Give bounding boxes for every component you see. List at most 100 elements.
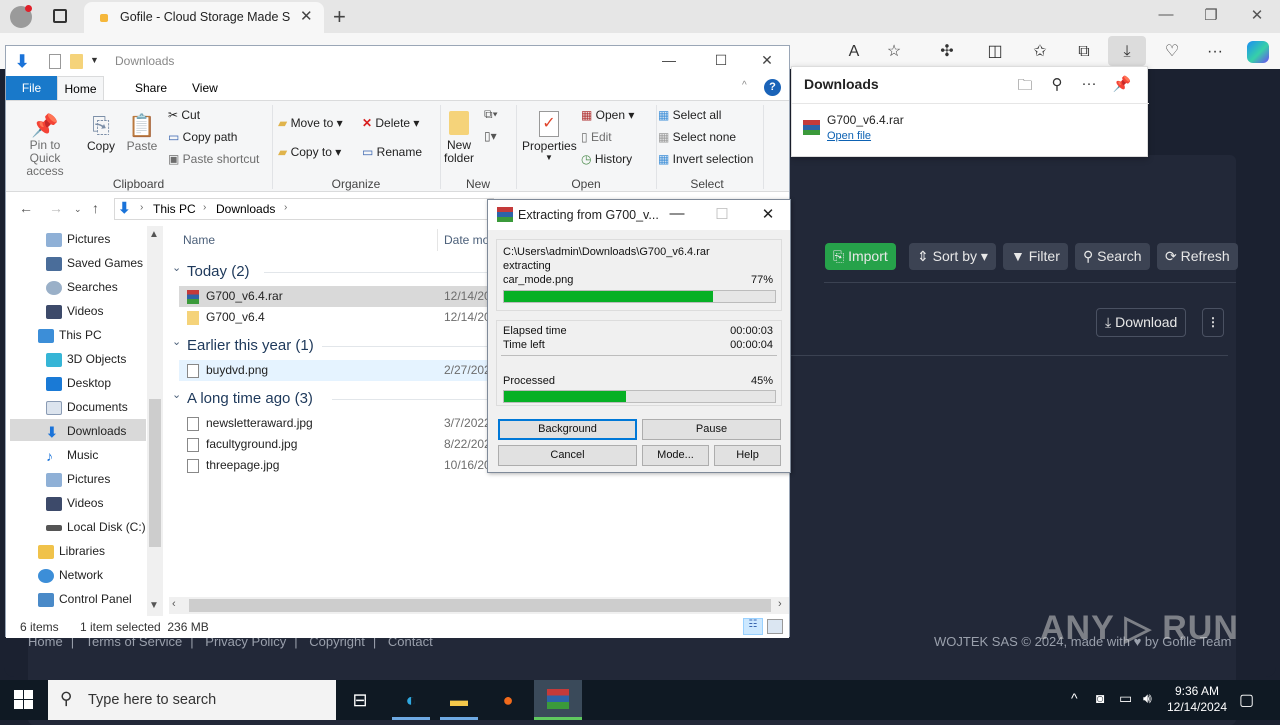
edit-button[interactable]: ▯ Edit	[581, 130, 612, 144]
nav-item-this-pc[interactable]: This PC	[38, 324, 102, 346]
history-button[interactable]: ◷ History	[581, 152, 632, 166]
copy-to-button[interactable]: ▰ Copy to ▾	[278, 145, 341, 159]
background-button[interactable]: Background	[498, 419, 637, 440]
copy-button[interactable]: ⎘ Copy	[86, 113, 116, 153]
pin-to-quick-access-button[interactable]: 📌 Pin to Quick access	[13, 113, 77, 178]
group-header-long-time-ago[interactable]: A long time ago (3)	[187, 390, 313, 407]
nav-item-music[interactable]: ♪ Music	[46, 444, 98, 466]
nav-item-libraries[interactable]: Libraries	[38, 540, 105, 562]
firefox-icon[interactable]: ●	[494, 686, 522, 714]
tab-close-icon[interactable]: ✕	[300, 7, 313, 25]
gofile-download-button[interactable]: ⤓ Download	[1096, 308, 1187, 337]
scroll-left-icon[interactable]: ‹	[172, 598, 176, 610]
up-arrow-icon[interactable]: ↑	[92, 200, 99, 216]
refresh-button[interactable]: ⟳ Refresh	[1157, 243, 1238, 270]
read-aloud-icon[interactable]: A	[842, 40, 866, 64]
large-icons-view-icon[interactable]	[767, 619, 783, 634]
scroll-up-icon[interactable]: ▲	[149, 229, 159, 240]
download-icon[interactable]: ⤓	[1115, 40, 1139, 64]
invert-selection-button[interactable]: ▦ Invert selection	[658, 152, 753, 166]
column-header-date[interactable]: Date mo	[444, 233, 489, 247]
browser-tab-gofile[interactable]: Gofile - Cloud Storage Made Simple ✕	[84, 2, 324, 33]
nav-item-pictures-2[interactable]: Pictures	[46, 468, 110, 490]
nav-item-pictures[interactable]: Pictures	[46, 228, 110, 250]
cut-button[interactable]: ✂ Cut	[168, 108, 200, 122]
nav-item-3d-objects[interactable]: 3D Objects	[46, 348, 126, 370]
customize-qat-icon[interactable]: ▼	[90, 55, 99, 65]
task-view-icon[interactable]: ⊟	[346, 686, 374, 714]
nav-item-local-disk[interactable]: Local Disk (C:)	[46, 516, 146, 538]
close-icon[interactable]: ✕	[753, 205, 783, 223]
file-row[interactable]: facultyground.jpg	[187, 434, 297, 455]
more-options-icon[interactable]: ⋮	[1202, 308, 1224, 337]
import-button[interactable]: ⎘ Import	[825, 243, 896, 270]
group-header-earlier-this-year[interactable]: Earlier this year (1)	[187, 337, 314, 354]
properties-button[interactable]: ✓ Properties ▼	[522, 111, 577, 162]
mode-button[interactable]: Mode...	[642, 445, 709, 466]
nav-item-saved-games[interactable]: Saved Games	[46, 252, 143, 274]
tab-share[interactable]: Share	[135, 76, 167, 100]
nav-item-documents[interactable]: Documents	[46, 396, 128, 418]
delete-button[interactable]: ✕ Delete ▾	[362, 116, 419, 130]
windows-start-icon[interactable]	[14, 690, 34, 710]
file-row[interactable]: threepage.jpg	[187, 455, 279, 476]
tab-view[interactable]: View	[192, 76, 218, 100]
more-menu-icon[interactable]: ···	[1203, 40, 1227, 64]
column-header-name[interactable]: Name	[183, 233, 215, 247]
file-row[interactable]: buydvd.png	[187, 360, 268, 381]
horizontal-scroll-thumb[interactable]	[189, 599, 771, 612]
paste-shortcut-button[interactable]: ▣ Paste shortcut	[168, 152, 259, 166]
browser-essentials-icon[interactable]: ♡	[1160, 40, 1184, 64]
scroll-down-icon[interactable]: ▼	[149, 600, 159, 611]
group-collapse-chevron-icon[interactable]: ⌄	[172, 261, 181, 274]
nav-item-downloads[interactable]: ⬇ Downloads	[46, 420, 126, 442]
extensions-icon[interactable]: ✣	[935, 40, 959, 64]
new-item-icon[interactable]: ⧉▾	[484, 107, 498, 122]
rename-button[interactable]: ▭ Rename	[362, 145, 422, 159]
filter-button[interactable]: ▼ Filter	[1003, 243, 1068, 270]
tab-home[interactable]: Home	[57, 76, 104, 101]
download-file-name[interactable]: G700_v6.4.rar	[827, 113, 904, 127]
new-folder-button[interactable]: New folder	[444, 111, 474, 165]
sort-by-button[interactable]: ⇕ Sort by ▾	[909, 243, 996, 270]
split-screen-icon[interactable]: ◫	[983, 40, 1007, 64]
maximize-icon[interactable]: ☐	[706, 52, 736, 69]
help-icon[interactable]: ?	[764, 79, 781, 96]
minimize-icon[interactable]: —	[654, 52, 684, 68]
more-options-icon[interactable]: ···	[1079, 75, 1099, 95]
browser-close-icon[interactable]: ✕	[1242, 6, 1272, 24]
file-row[interactable]: G700_v6.4	[187, 307, 265, 328]
breadcrumb-this-pc[interactable]: This PC	[153, 202, 196, 216]
new-folder-icon[interactable]	[70, 54, 83, 69]
notifications-icon[interactable]: ▢	[1239, 690, 1254, 710]
favorites-icon[interactable]: ✩	[1028, 40, 1052, 64]
pin-icon[interactable]: 📌	[1112, 75, 1132, 95]
copy-path-button[interactable]: ▭ Copy path	[168, 130, 237, 144]
scroll-right-icon[interactable]: ›	[778, 598, 782, 610]
recent-locations-icon[interactable]: ⌄	[74, 204, 82, 215]
open-file-link[interactable]: Open file	[827, 130, 871, 142]
collapse-ribbon-icon[interactable]: ^	[742, 80, 747, 91]
nav-item-desktop[interactable]: Desktop	[46, 372, 111, 394]
new-tab-plus-icon[interactable]: +	[333, 4, 346, 30]
nav-item-searches[interactable]: Searches	[46, 276, 118, 298]
favorite-star-icon[interactable]: ☆	[882, 40, 906, 64]
select-all-button[interactable]: ▦ Select all	[658, 108, 721, 122]
nav-item-network[interactable]: Network	[38, 564, 103, 586]
address-bar[interactable]: ⬇ › This PC › Downloads ›	[114, 198, 494, 220]
group-header-today[interactable]: Today (2)	[187, 263, 250, 280]
move-to-button[interactable]: ▰ Move to ▾	[278, 116, 343, 130]
paste-button[interactable]: 📋 Paste	[126, 113, 158, 153]
webcam-icon[interactable]: ◙	[1096, 690, 1104, 706]
network-tray-icon[interactable]: ▭	[1119, 690, 1132, 707]
file-explorer-icon[interactable]: ▬	[445, 686, 473, 714]
tab-actions-icon[interactable]	[53, 9, 67, 23]
forward-arrow-icon[interactable]: →	[49, 200, 63, 216]
nav-item-videos[interactable]: Videos	[46, 300, 103, 322]
edge-browser-icon[interactable]: ◐	[397, 686, 425, 714]
tab-file[interactable]: File	[6, 76, 57, 100]
copilot-icon[interactable]	[1247, 41, 1269, 63]
file-row[interactable]: G700_v6.4.rar	[187, 286, 283, 307]
browser-minimize-icon[interactable]: —	[1151, 6, 1181, 23]
browser-restore-icon[interactable]: ❐	[1196, 6, 1226, 24]
